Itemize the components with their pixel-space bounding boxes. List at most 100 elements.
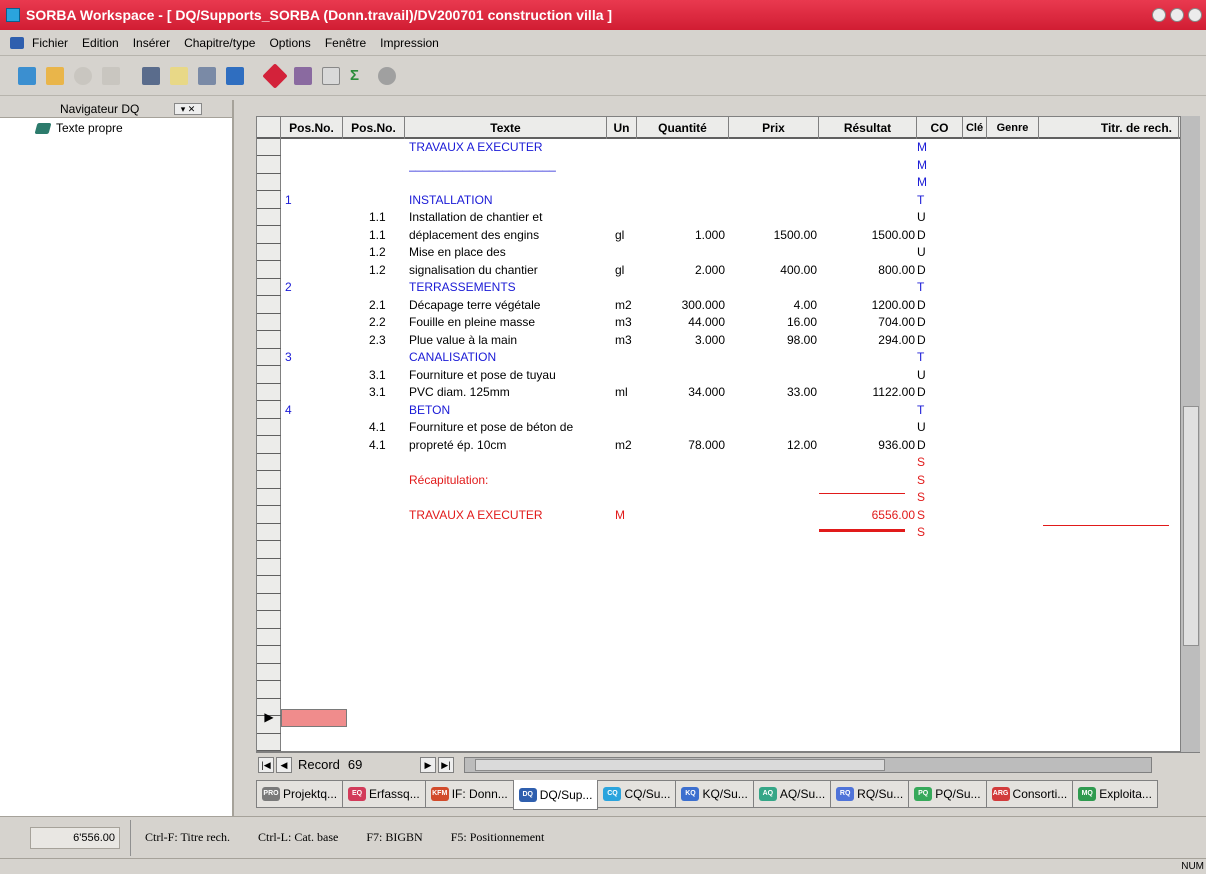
cell-p1[interactable]: [285, 437, 341, 455]
cell-p1[interactable]: [285, 227, 341, 245]
cell-p2[interactable]: 2.2: [369, 314, 409, 332]
cell-prix[interactable]: 33.00: [729, 384, 817, 402]
cell-prix[interactable]: [729, 419, 817, 437]
grid-icon[interactable]: [322, 66, 340, 85]
open-icon[interactable]: [46, 66, 64, 85]
cell-co[interactable]: D: [917, 384, 937, 402]
cell-p2[interactable]: [369, 489, 409, 507]
cell-qty[interactable]: [637, 402, 725, 420]
header-prix[interactable]: Prix: [729, 117, 819, 139]
window-tab[interactable]: KFM IF: Donn...: [424, 780, 514, 808]
cell-res[interactable]: [819, 367, 915, 385]
cell-p2[interactable]: [369, 472, 409, 490]
close-button[interactable]: [1188, 8, 1202, 22]
cell-prix[interactable]: [729, 139, 817, 157]
navigator-item-texte-propre[interactable]: Texte propre: [0, 118, 232, 136]
cell-p1[interactable]: [285, 419, 341, 437]
cell-co[interactable]: M: [917, 139, 937, 157]
cell-p2[interactable]: 1.1: [369, 209, 409, 227]
cell-prix[interactable]: [729, 349, 817, 367]
cell-qty[interactable]: [637, 209, 725, 227]
cell-p1[interactable]: [285, 489, 341, 507]
window-tab[interactable]: AQ AQ/Su...: [752, 780, 832, 808]
cell-res[interactable]: [819, 402, 915, 420]
cell-text[interactable]: Récapitulation:: [409, 472, 609, 490]
next-record-button[interactable]: ▶: [419, 756, 436, 773]
menu-inserer[interactable]: Insérer: [133, 36, 170, 50]
cell-co[interactable]: T: [917, 402, 937, 420]
cell-prix[interactable]: [729, 402, 817, 420]
cell-co[interactable]: S: [917, 489, 937, 507]
cell-co[interactable]: M: [917, 174, 937, 192]
menu-impression[interactable]: Impression: [380, 36, 439, 50]
cell-qty[interactable]: 1.000: [637, 227, 725, 245]
table-row[interactable]: 4.1 propreté ép. 10cm m2 78.000 12.00 936.00 D: [281, 437, 1181, 455]
table-row[interactable]: 4.1 Fourniture et pose de béton de U: [281, 419, 1181, 437]
cell-text[interactable]: Fouille en pleine masse: [409, 314, 609, 332]
cell-prix[interactable]: 16.00: [729, 314, 817, 332]
eraser-icon[interactable]: [262, 62, 288, 89]
prev-record-button[interactable]: ◀: [276, 756, 292, 773]
menu-edition[interactable]: Edition: [82, 36, 119, 50]
cell-p1[interactable]: [285, 139, 341, 157]
header-genre[interactable]: Genre: [987, 117, 1039, 139]
cell-co[interactable]: D: [917, 314, 937, 332]
row-selector-column[interactable]: [257, 139, 281, 751]
cell-p2[interactable]: [369, 507, 409, 525]
cell-qty[interactable]: [637, 157, 725, 175]
cell-prix[interactable]: [729, 507, 817, 525]
cell-res[interactable]: [819, 157, 915, 175]
cell-text[interactable]: BETON: [409, 402, 609, 420]
header-resultat[interactable]: Résultat: [819, 117, 917, 139]
cell-p2[interactable]: 4.1: [369, 437, 409, 455]
cell-co[interactable]: U: [917, 419, 937, 437]
table-row[interactable]: TRAVAUX A EXECUTER M: [281, 139, 1181, 157]
cell-p1[interactable]: 4: [285, 402, 341, 420]
maximize-button[interactable]: [1170, 8, 1184, 22]
last-record-button[interactable]: ▶|: [437, 756, 454, 773]
cell-qty[interactable]: [637, 472, 725, 490]
table-row[interactable]: S: [281, 489, 1181, 507]
cell-res[interactable]: 6556.00: [819, 507, 915, 525]
cell-p1[interactable]: [285, 157, 341, 175]
cell-qty[interactable]: [637, 489, 725, 507]
header-quantite[interactable]: Quantité: [637, 117, 729, 139]
cell-p2[interactable]: [369, 349, 409, 367]
edit-icon[interactable]: [294, 66, 312, 85]
cell-p2[interactable]: [369, 157, 409, 175]
paste-icon[interactable]: [198, 66, 216, 85]
table-row[interactable]: 1.2 Mise en place des U: [281, 244, 1181, 262]
table-row[interactable]: 2 TERRASSEMENTS T: [281, 279, 1181, 297]
cell-qty[interactable]: [637, 524, 725, 542]
cell-p2[interactable]: 3.1: [369, 367, 409, 385]
cell-prix[interactable]: [729, 489, 817, 507]
window-tab[interactable]: RQ RQ/Su...: [830, 780, 910, 808]
menu-fichier[interactable]: Fichier: [32, 36, 68, 50]
search-icon[interactable]: [74, 66, 92, 85]
dq-menu-icon[interactable]: [10, 36, 24, 49]
cell-res[interactable]: [819, 524, 915, 542]
cell-qty[interactable]: 34.000: [637, 384, 725, 402]
cell-p1[interactable]: [285, 454, 341, 472]
exit-icon[interactable]: [18, 66, 36, 85]
menu-chapitre-type[interactable]: Chapitre/type: [184, 36, 255, 50]
table-row[interactable]: 1.2 signalisation du chantier gl 2.000 400.0…: [281, 262, 1181, 280]
cell-res[interactable]: [819, 139, 915, 157]
cell-text[interactable]: signalisation du chantier: [409, 262, 609, 280]
window-tab[interactable]: DQ DQ/Sup...: [512, 780, 599, 810]
cell-p1[interactable]: [285, 524, 341, 542]
cell-prix[interactable]: [729, 279, 817, 297]
table-row[interactable]: Récapitulation: S: [281, 472, 1181, 490]
cell-res[interactable]: [819, 489, 915, 507]
cell-prix[interactable]: [729, 174, 817, 192]
window-tab[interactable]: PQ PQ/Su...: [908, 780, 987, 808]
table-row[interactable]: 1 INSTALLATION T: [281, 192, 1181, 210]
cell-p2[interactable]: [369, 279, 409, 297]
cell-text[interactable]: [409, 454, 609, 472]
header-co[interactable]: CO: [917, 117, 963, 139]
cell-res[interactable]: [819, 174, 915, 192]
cell-prix[interactable]: 98.00: [729, 332, 817, 350]
cell-p1[interactable]: [285, 367, 341, 385]
cell-qty[interactable]: 300.000: [637, 297, 725, 315]
cell-prix[interactable]: 1500.00: [729, 227, 817, 245]
